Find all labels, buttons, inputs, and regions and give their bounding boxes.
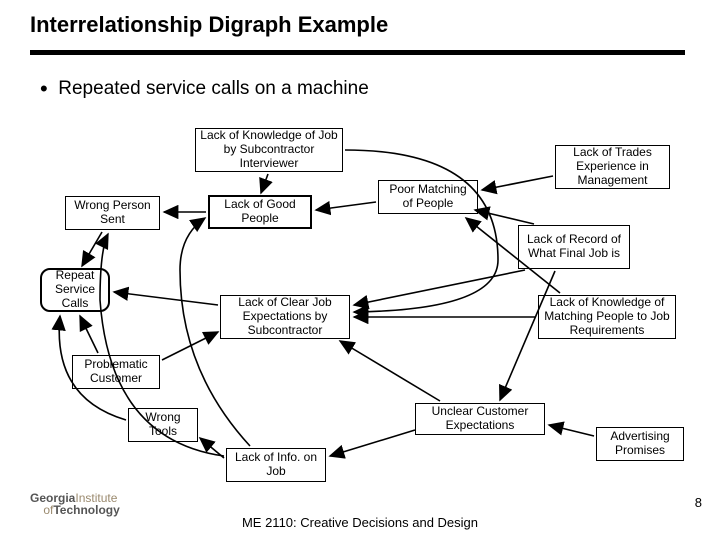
node-lack-clear-exp: Lack of Clear Job Expectations by Subcon… bbox=[220, 295, 350, 339]
logo: GeorgiaInstitute ofTechnology bbox=[30, 492, 120, 516]
bullet-text: Repeated service calls on a machine bbox=[58, 78, 369, 99]
bullet-dot: • bbox=[40, 76, 48, 101]
bullet-point: • Repeated service calls on a machine bbox=[40, 76, 369, 102]
node-lack-trades: Lack of Trades Experience in Management bbox=[555, 145, 670, 189]
node-wrong-person: Wrong Person Sent bbox=[65, 196, 160, 230]
title-rule bbox=[30, 50, 685, 55]
node-lack-know-match: Lack of Knowledge of Matching People to … bbox=[538, 295, 676, 339]
node-lack-record: Lack of Record of What Final Job is bbox=[518, 225, 630, 269]
node-lack-good-people: Lack of Good People bbox=[208, 195, 312, 229]
node-poor-matching: Poor Matching of People bbox=[378, 180, 478, 214]
page-number: 8 bbox=[695, 495, 702, 510]
slide-title: Interrelationship Digraph Example bbox=[30, 12, 388, 38]
node-problematic: Problematic Customer bbox=[72, 355, 160, 389]
node-lack-info: Lack of Info. on Job bbox=[226, 448, 326, 482]
node-lack-knowledge: Lack of Knowledge of Job by Subcontracto… bbox=[195, 128, 343, 172]
node-repeat-calls: Repeat Service Calls bbox=[40, 268, 110, 312]
node-wrong-tools: Wrong Tools bbox=[128, 408, 198, 442]
node-unclear-cust: Unclear Customer Expectations bbox=[415, 403, 545, 435]
footer-text: ME 2110: Creative Decisions and Design bbox=[0, 515, 720, 530]
node-advertising: Advertising Promises bbox=[596, 427, 684, 461]
